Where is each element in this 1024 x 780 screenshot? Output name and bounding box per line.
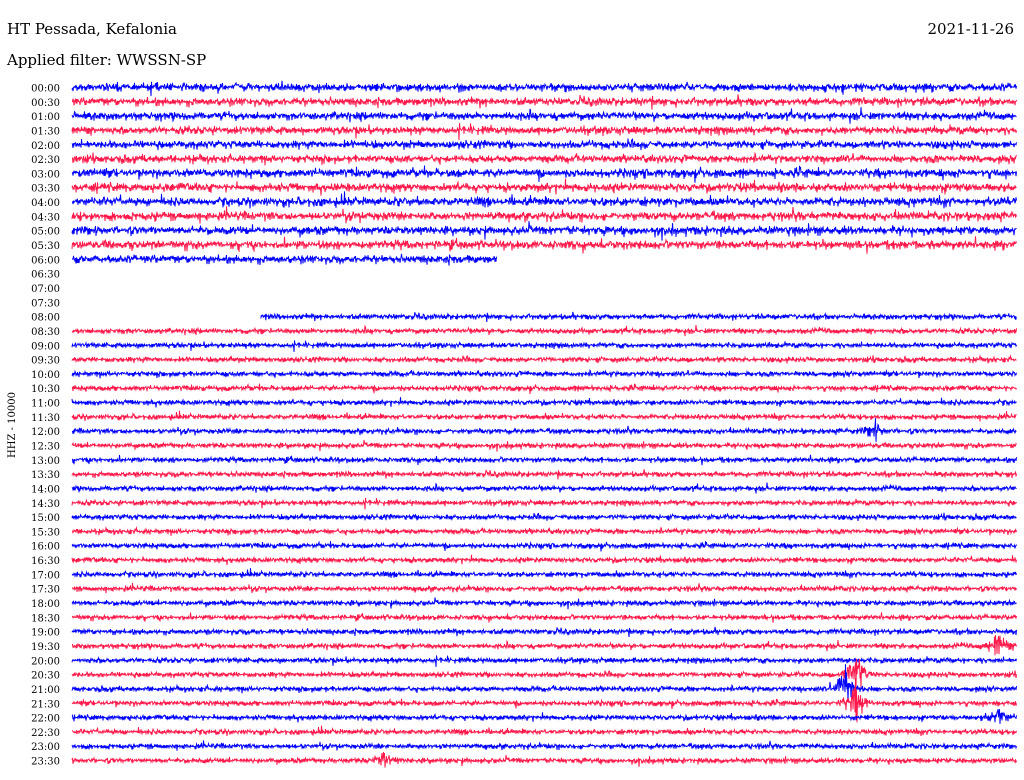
time-label: 18:00 bbox=[31, 599, 60, 610]
trace-line bbox=[71, 512, 1017, 522]
time-label: 20:00 bbox=[31, 656, 60, 667]
trace-line bbox=[71, 80, 1017, 97]
trace-line bbox=[72, 151, 1017, 166]
trace-line bbox=[71, 469, 1017, 480]
time-label: 05:00 bbox=[31, 227, 60, 238]
time-label: 07:00 bbox=[31, 284, 60, 295]
trace-group bbox=[71, 80, 1017, 768]
trace-line bbox=[71, 568, 1017, 579]
time-label: 13:30 bbox=[31, 470, 60, 481]
time-label: 23:00 bbox=[31, 742, 60, 753]
time-label: 22:00 bbox=[31, 714, 60, 725]
trace-line bbox=[71, 383, 1017, 395]
time-label: 19:00 bbox=[31, 628, 60, 639]
trace-line bbox=[71, 206, 1017, 224]
time-label: 14:00 bbox=[31, 484, 60, 495]
time-label: 00:30 bbox=[31, 98, 60, 109]
time-label: 09:30 bbox=[31, 356, 60, 367]
trace-line bbox=[71, 582, 1017, 594]
time-label: 03:00 bbox=[31, 169, 60, 180]
trace-line bbox=[71, 612, 1017, 623]
trace-line bbox=[71, 410, 1017, 422]
time-label: 03:30 bbox=[31, 184, 60, 195]
trace-line bbox=[71, 165, 1017, 183]
trace-line bbox=[71, 122, 1017, 141]
time-label: 02:30 bbox=[31, 155, 60, 166]
time-label: 08:30 bbox=[31, 327, 60, 338]
trace-line bbox=[71, 178, 1017, 196]
time-label: 05:30 bbox=[31, 241, 60, 252]
trace-line bbox=[71, 752, 1017, 768]
time-label: 07:30 bbox=[31, 298, 60, 309]
trace-line bbox=[71, 497, 1017, 510]
time-label: 22:30 bbox=[31, 728, 60, 739]
time-label: 14:30 bbox=[31, 499, 60, 510]
time-label: 15:30 bbox=[31, 527, 60, 538]
trace-line bbox=[260, 311, 1017, 323]
time-label: 09:00 bbox=[31, 341, 60, 352]
time-label: 10:30 bbox=[31, 384, 60, 395]
trace-line bbox=[71, 525, 1017, 536]
trace-line bbox=[71, 107, 1017, 124]
trace-line bbox=[71, 221, 1017, 241]
time-label: 12:00 bbox=[31, 427, 60, 438]
trace-line bbox=[71, 658, 1017, 690]
trace-line bbox=[71, 540, 1017, 552]
trace-line bbox=[71, 397, 1017, 408]
trace-line bbox=[71, 635, 1017, 656]
time-label: 11:00 bbox=[31, 399, 60, 410]
trace-line bbox=[71, 94, 1017, 110]
time-label: 11:30 bbox=[31, 413, 60, 424]
time-label: 06:30 bbox=[31, 270, 60, 281]
time-label: 04:30 bbox=[31, 212, 60, 223]
time-label: 21:30 bbox=[31, 699, 60, 710]
time-label: 01:00 bbox=[31, 112, 60, 123]
time-label: 10:00 bbox=[31, 370, 60, 381]
time-label: 17:00 bbox=[31, 570, 60, 581]
trace-line bbox=[71, 597, 1017, 610]
time-label: 19:30 bbox=[31, 642, 60, 653]
trace-line bbox=[71, 138, 1017, 151]
time-label: 12:30 bbox=[31, 442, 60, 453]
trace-line bbox=[71, 340, 1017, 352]
trace-line bbox=[71, 664, 1017, 703]
trace-line bbox=[71, 554, 1017, 565]
trace-line bbox=[71, 253, 497, 266]
trace-line bbox=[71, 655, 1017, 667]
time-label: 04:00 bbox=[31, 198, 60, 209]
trace-line bbox=[71, 482, 1017, 494]
trace-line bbox=[71, 740, 1017, 751]
time-label: 00:00 bbox=[31, 84, 60, 95]
time-label: 16:00 bbox=[31, 542, 60, 553]
time-label: 06:00 bbox=[31, 255, 60, 266]
time-label: 08:00 bbox=[31, 313, 60, 324]
seismogram-plot: 00:00 00:30 01:00 01:30 02:00 02:30 03:00 03:30… bbox=[7, 80, 1017, 768]
trace-line bbox=[72, 418, 1017, 442]
trace-line bbox=[71, 626, 1017, 638]
time-label: 21:00 bbox=[31, 685, 60, 696]
time-label: 20:30 bbox=[31, 671, 60, 682]
time-label: 17:30 bbox=[31, 585, 60, 596]
time-label-group: 00:00 00:30 01:00 01:30 02:00 02:30 03:00 03:30… bbox=[31, 84, 60, 768]
time-label: 23:30 bbox=[31, 757, 60, 768]
trace-line bbox=[71, 236, 1017, 254]
time-label: 15:00 bbox=[31, 513, 60, 524]
trace-line bbox=[71, 354, 1017, 364]
trace-line bbox=[72, 725, 1017, 736]
trace-line bbox=[71, 709, 1017, 724]
time-label: 01:30 bbox=[31, 126, 60, 137]
time-label: 13:00 bbox=[31, 456, 60, 467]
trace-line bbox=[71, 324, 1017, 337]
trace-line bbox=[71, 454, 1017, 466]
y-axis-label: HHZ - 10000 bbox=[7, 392, 18, 458]
trace-line bbox=[71, 191, 1017, 209]
trace-line bbox=[71, 368, 1017, 379]
time-label: 02:00 bbox=[31, 141, 60, 152]
time-label: 16:30 bbox=[31, 556, 60, 567]
time-label: 18:30 bbox=[31, 613, 60, 624]
trace-line bbox=[71, 439, 1017, 452]
